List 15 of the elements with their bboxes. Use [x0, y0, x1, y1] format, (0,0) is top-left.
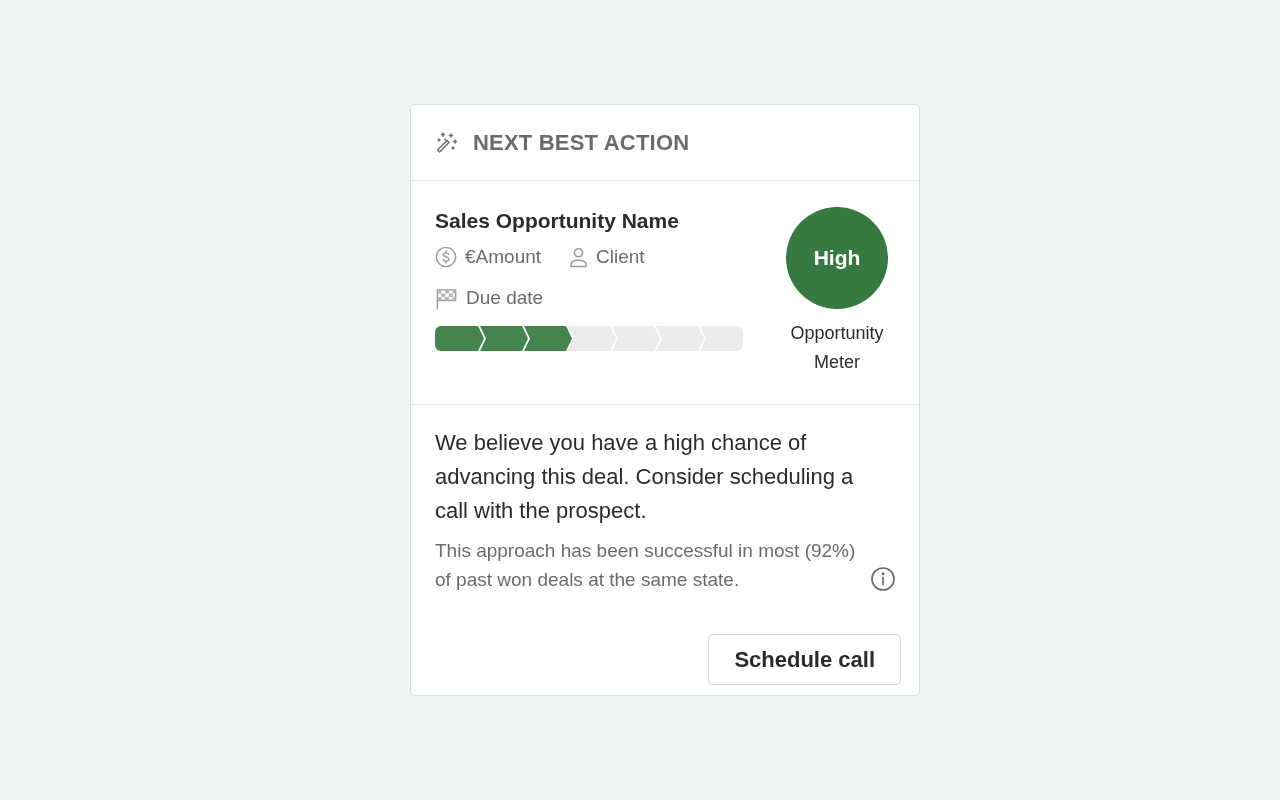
amount-text: €Amount	[465, 246, 542, 268]
card-title: NEXT BEST ACTION	[473, 129, 690, 156]
magic-wand-icon	[435, 130, 459, 155]
due-date-text: Due date	[466, 287, 544, 309]
detail-text: This approach has been successful in most (92%) of past won deals at the same state.	[435, 539, 857, 592]
client-text: Client	[596, 246, 645, 268]
dollar-circle-icon	[435, 246, 457, 268]
opportunity-name: Sales Opportunity Name	[435, 208, 680, 234]
opportunity-meter-badge: High	[786, 207, 888, 309]
meter-caption: Opportunity Meter	[789, 322, 885, 374]
info-icon[interactable]	[871, 567, 895, 591]
schedule-call-button[interactable]: Schedule call	[708, 634, 901, 685]
person-icon	[569, 246, 589, 268]
recommendation-text: We believe you have a high chance of advancing this deal. Consider scheduling a call with the prospect.	[435, 429, 855, 525]
checkered-flag-icon	[435, 286, 458, 310]
